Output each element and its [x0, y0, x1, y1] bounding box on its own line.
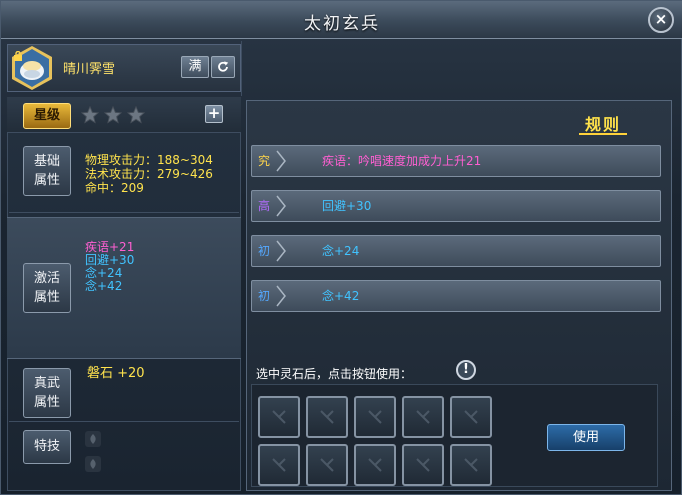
empty-stone-icon	[272, 410, 286, 424]
basic-attr-physical-attack: 物理攻击力：188~304	[85, 153, 213, 167]
window-title: 太初玄兵	[304, 14, 380, 34]
stone-slot[interactable]	[306, 396, 348, 438]
stone-slot[interactable]	[306, 444, 348, 486]
stone-slot[interactable]	[258, 396, 300, 438]
stone-slot[interactable]	[402, 444, 444, 486]
rule-slot-row[interactable]: 初 念+42	[251, 280, 661, 312]
refresh-button[interactable]	[211, 56, 235, 78]
basic-attr-hit: 命中：209	[85, 181, 144, 195]
star-icon	[104, 106, 122, 124]
active-attr-nian-1: 念+24	[85, 266, 123, 280]
chevron-right-icon	[276, 285, 286, 307]
skill-label: 特技	[33, 439, 60, 454]
empty-stone-icon	[320, 410, 334, 424]
basic-label-line2: 属性	[33, 173, 60, 188]
empty-stone-icon	[416, 458, 430, 472]
slot-text: 念+24	[322, 244, 360, 258]
stone-slot[interactable]	[354, 444, 396, 486]
basic-label-line1: 基础	[33, 154, 60, 169]
skill-button[interactable]: 特技	[23, 430, 71, 464]
star-icon	[81, 106, 99, 124]
close-button[interactable]: ×	[648, 7, 674, 33]
divider	[9, 421, 239, 422]
active-attributes-button[interactable]: 激活 属性	[23, 263, 71, 313]
refresh-icon	[218, 61, 229, 72]
zhenwu-label-line2: 属性	[33, 395, 60, 410]
rules-title[interactable]: 规则	[585, 111, 621, 135]
info-icon[interactable]: !	[456, 360, 476, 380]
active-attr-nian-2: 念+42	[85, 279, 123, 293]
add-star-button[interactable]: +	[205, 105, 223, 123]
zhenwu-label-line1: 真武	[33, 376, 60, 391]
empty-stone-icon	[464, 458, 478, 472]
lock-icon	[14, 51, 22, 61]
active-attr-dodge: 回避+30	[85, 253, 135, 267]
active-label-line2: 属性	[33, 290, 60, 305]
stone-slot[interactable]	[354, 396, 396, 438]
stone-slot[interactable]	[258, 444, 300, 486]
chevron-right-icon	[276, 240, 286, 262]
skill-slot-icon[interactable]	[85, 431, 101, 447]
stone-slot[interactable]	[450, 444, 492, 486]
rules-underline	[579, 133, 627, 135]
basic-attr-magic-attack: 法术攻击力：279~426	[85, 167, 213, 181]
active-attr-jiyu: 疾语+21	[85, 240, 135, 254]
header-divider	[241, 41, 242, 96]
zhenwu-attributes-button[interactable]: 真武 属性	[23, 368, 71, 418]
max-level-button[interactable]: 满	[181, 56, 209, 78]
hero-name: 晴川霁雪	[63, 62, 116, 77]
empty-stone-icon	[320, 458, 334, 472]
rule-slot-row[interactable]: 初 念+24	[251, 235, 661, 267]
empty-stone-icon	[368, 410, 382, 424]
stone-slot[interactable]	[402, 396, 444, 438]
stone-slot[interactable]	[450, 396, 492, 438]
close-icon: ×	[654, 10, 668, 28]
chevron-right-icon	[276, 150, 286, 172]
slot-text: 疾语：吟唱速度加成力上升21	[322, 154, 482, 168]
star-icon	[127, 106, 145, 124]
stone-hint: 选中灵石后，点击按钮使用：	[256, 367, 413, 381]
zhenwu-attr-value: 磐石 +20	[87, 366, 145, 381]
empty-stone-icon	[464, 410, 478, 424]
slot-text: 念+42	[322, 289, 360, 303]
active-label-line1: 激活	[33, 271, 60, 286]
taichu-xuanbing-window: 太初玄兵 × 晴川霁雪 满 星级 + 基础 属性 物理攻击力：188~304 法…	[0, 0, 682, 495]
chevron-right-icon	[276, 195, 286, 217]
title-bar[interactable]: 太初玄兵 ×	[1, 1, 682, 39]
slot-text: 回避+30	[322, 199, 372, 213]
use-stone-button[interactable]: 使用	[547, 424, 625, 451]
rule-slot-row[interactable]: 高 回避+30	[251, 190, 661, 222]
basic-attributes-button[interactable]: 基础 属性	[23, 146, 71, 196]
empty-stone-icon	[368, 458, 382, 472]
star-level-button[interactable]: 星级	[23, 103, 71, 129]
skill-slot-icon[interactable]	[85, 456, 101, 472]
rule-slot-row[interactable]: 究 疾语：吟唱速度加成力上升21	[251, 145, 661, 177]
divider	[9, 212, 239, 213]
empty-stone-icon	[272, 458, 286, 472]
empty-stone-icon	[416, 410, 430, 424]
